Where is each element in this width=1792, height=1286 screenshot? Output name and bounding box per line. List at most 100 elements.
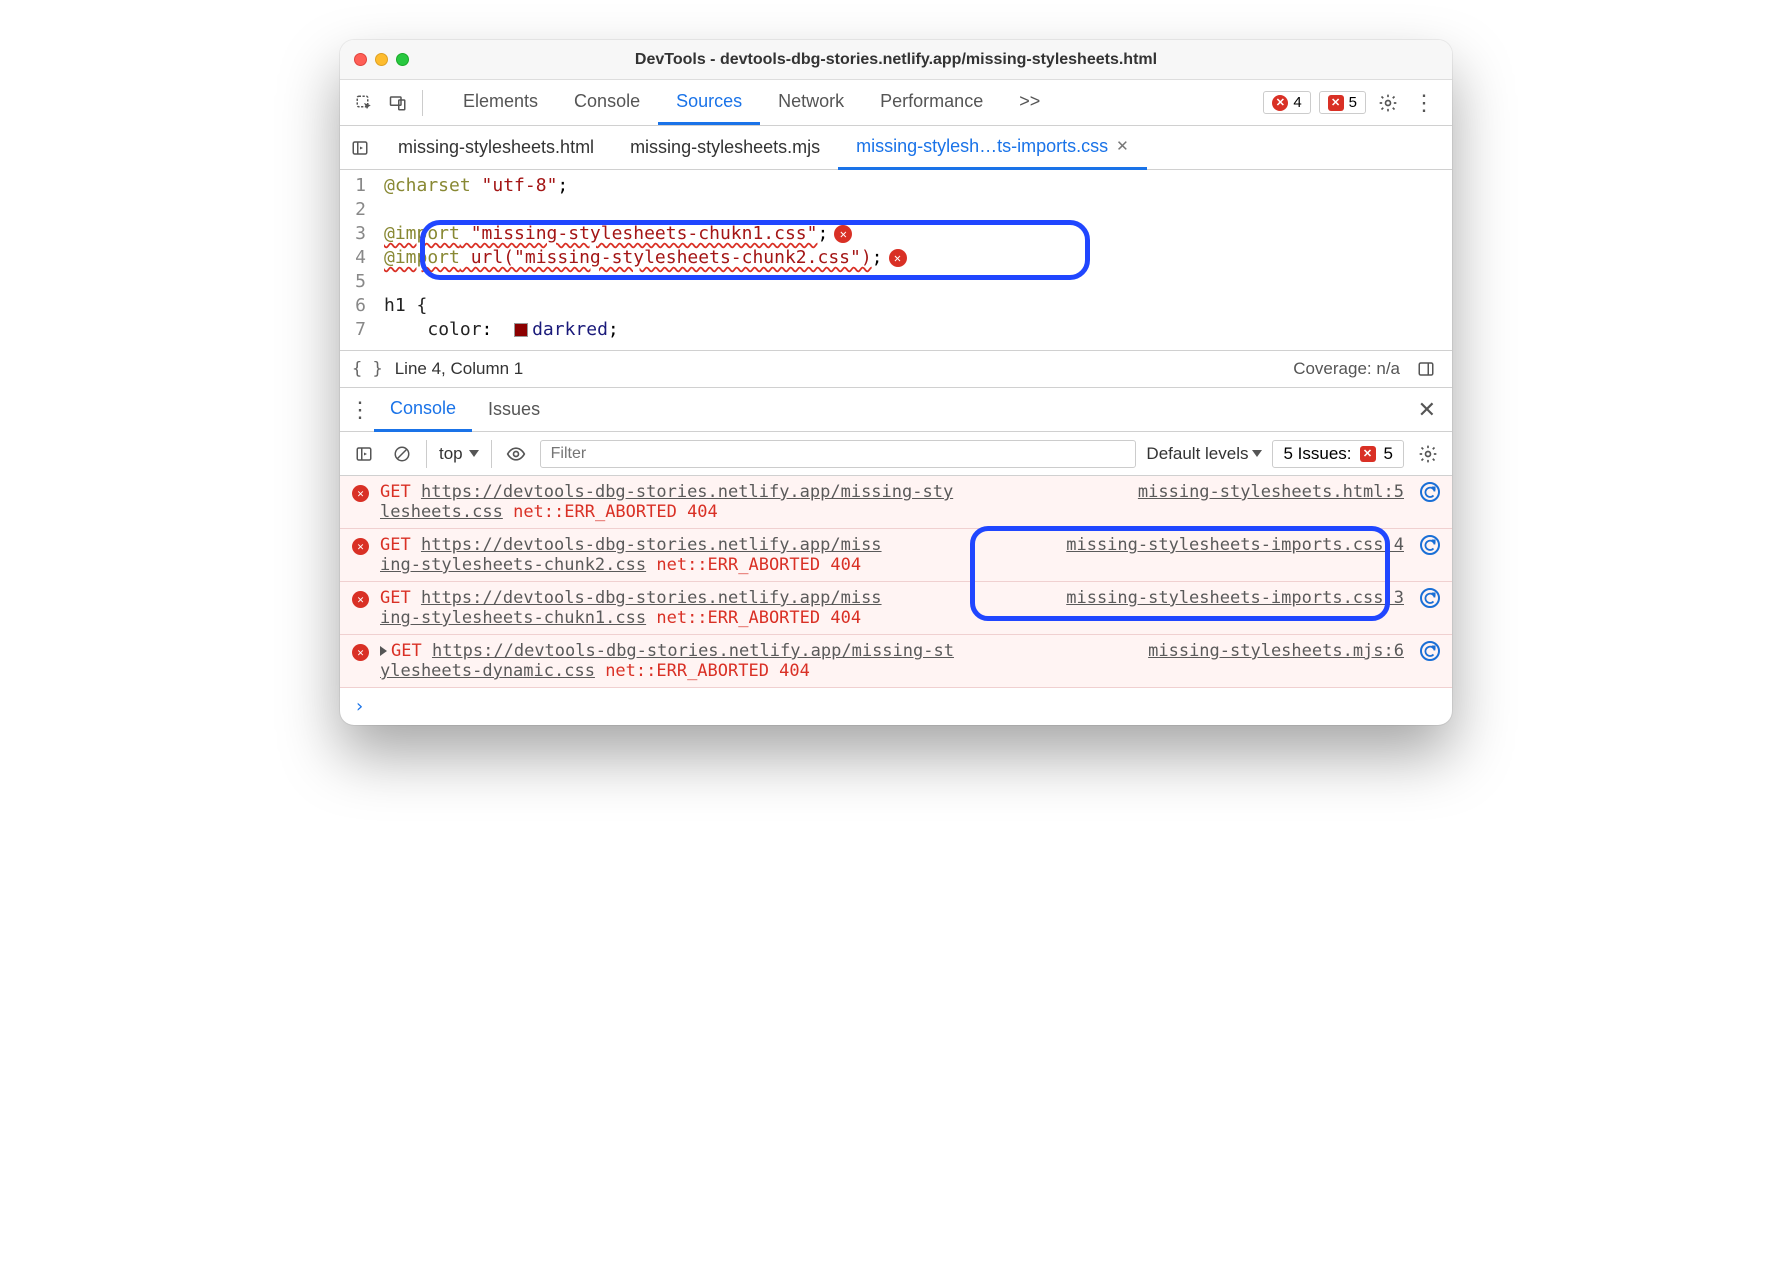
console-message: GET https://devtools-dbg-stories.netlify… xyxy=(380,641,1404,681)
source-link[interactable]: missing-stylesheets-imports.css:4 xyxy=(1066,535,1404,555)
replay-xhr-icon[interactable] xyxy=(1420,535,1440,555)
issues-badge[interactable]: ✕ 5 xyxy=(1319,91,1366,114)
log-levels-dropdown[interactable]: Default levels xyxy=(1146,444,1262,464)
console-row[interactable]: ✕ GET https://devtools-dbg-stories.netli… xyxy=(340,635,1452,688)
line-number: 3 xyxy=(350,222,384,246)
inline-error-icon[interactable]: ✕ xyxy=(834,225,852,243)
replay-xhr-icon[interactable] xyxy=(1420,482,1440,502)
drawer-more-icon[interactable]: ⋮ xyxy=(346,396,374,424)
line-number: 5 xyxy=(350,270,384,294)
file-tab-bar: missing-stylesheets.html missing-stylesh… xyxy=(340,126,1452,170)
code-line: @import url("missing-stylesheets-chunk2.… xyxy=(384,246,907,270)
context-selector[interactable]: top xyxy=(426,440,492,468)
editor-status-bar: { } Line 4, Column 1 Coverage: n/a xyxy=(340,350,1452,388)
tab-performance[interactable]: Performance xyxy=(862,81,1001,125)
expand-icon[interactable] xyxy=(380,646,387,656)
tab-elements[interactable]: Elements xyxy=(445,81,556,125)
issues-count: 5 xyxy=(1349,94,1357,111)
code-editor[interactable]: 1 @charset "utf-8"; 2 3 @import "missing… xyxy=(340,170,1452,350)
toggle-sidebar-icon[interactable] xyxy=(350,440,378,468)
error-icon: ✕ xyxy=(352,644,369,661)
console-row[interactable]: ✕ GET https://devtools-dbg-stories.netli… xyxy=(340,529,1452,582)
code-line: color: darkred; xyxy=(384,318,619,342)
pretty-print-icon[interactable]: { } xyxy=(352,359,383,379)
close-tab-icon[interactable]: ✕ xyxy=(1116,137,1129,155)
line-number: 4 xyxy=(350,246,384,270)
titlebar: DevTools - devtools-dbg-stories.netlify.… xyxy=(340,40,1452,80)
chevron-down-icon xyxy=(469,450,479,457)
chevron-down-icon xyxy=(1252,450,1262,457)
url-link[interactable]: ing-stylesheets-chunk2.css xyxy=(380,555,646,575)
tab-sources[interactable]: Sources xyxy=(658,81,760,125)
error-icon: ✕ xyxy=(352,538,369,555)
more-menu-icon[interactable]: ⋮ xyxy=(1410,89,1438,117)
console-prompt[interactable]: › xyxy=(340,688,1452,725)
show-navigator-icon[interactable] xyxy=(346,134,374,162)
console-settings-icon[interactable] xyxy=(1414,440,1442,468)
errors-count: 4 xyxy=(1293,94,1301,111)
file-tab-1[interactable]: missing-stylesheets.mjs xyxy=(612,127,838,168)
console-row[interactable]: ✕ GET https://devtools-dbg-stories.netli… xyxy=(340,582,1452,635)
issues-label: 5 Issues: xyxy=(1283,444,1351,464)
url-link[interactable]: https://devtools-dbg-stories.netlify.app… xyxy=(421,482,953,502)
code-line: @charset "utf-8"; xyxy=(384,174,568,198)
line-number: 7 xyxy=(350,318,384,342)
drawer-tabs: ⋮ Console Issues ✕ xyxy=(340,388,1452,432)
source-link[interactable]: missing-stylesheets.mjs:6 xyxy=(1148,641,1404,661)
file-tab-0[interactable]: missing-stylesheets.html xyxy=(380,127,612,168)
inspect-icon[interactable] xyxy=(350,89,378,117)
file-tab-2[interactable]: missing-stylesh…ts-imports.css ✕ xyxy=(838,126,1147,170)
replay-xhr-icon[interactable] xyxy=(1420,641,1440,661)
issue-icon: ✕ xyxy=(1328,95,1344,111)
panel-tabs: Elements Console Sources Network Perform… xyxy=(445,81,1255,125)
issues-num: 5 xyxy=(1384,444,1393,464)
tab-console[interactable]: Console xyxy=(556,81,658,125)
main-toolbar: Elements Console Sources Network Perform… xyxy=(340,80,1452,126)
drawer-tab-issues[interactable]: Issues xyxy=(472,389,556,430)
issues-pill[interactable]: 5 Issues: ✕ 5 xyxy=(1272,440,1404,468)
color-swatch-icon[interactable] xyxy=(514,323,528,337)
console-toolbar: top Default levels 5 Issues: ✕ 5 xyxy=(340,432,1452,476)
url-link[interactable]: https://devtools-dbg-stories.netlify.app… xyxy=(421,535,882,555)
console-row[interactable]: ✕ GET https://devtools-dbg-stories.netli… xyxy=(340,476,1452,529)
issue-icon: ✕ xyxy=(1360,446,1376,462)
toolbar-divider xyxy=(422,90,423,116)
inline-error-icon[interactable]: ✕ xyxy=(889,249,907,267)
console-messages: ✕ GET https://devtools-dbg-stories.netli… xyxy=(340,476,1452,725)
file-tab-label: missing-stylesheets.html xyxy=(398,137,594,158)
code-line: @import "missing-stylesheets-chukn1.css"… xyxy=(384,222,852,246)
console-message: GET https://devtools-dbg-stories.netlify… xyxy=(380,535,1404,575)
panel-overflow[interactable]: >> xyxy=(1001,81,1058,125)
window-title: DevTools - devtools-dbg-stories.netlify.… xyxy=(340,51,1452,69)
device-toggle-icon[interactable] xyxy=(384,89,412,117)
live-expression-icon[interactable] xyxy=(502,440,530,468)
levels-label: Default levels xyxy=(1146,444,1248,464)
settings-icon[interactable] xyxy=(1374,89,1402,117)
devtools-window: DevTools - devtools-dbg-stories.netlify.… xyxy=(340,40,1452,725)
source-link[interactable]: missing-stylesheets-imports.css:3 xyxy=(1066,588,1404,608)
errors-badge[interactable]: ✕ 4 xyxy=(1263,91,1310,114)
coverage-status: Coverage: n/a xyxy=(1293,359,1400,379)
filter-input[interactable] xyxy=(540,440,1137,468)
error-icon: ✕ xyxy=(352,591,369,608)
clear-console-icon[interactable] xyxy=(388,440,416,468)
line-number: 6 xyxy=(350,294,384,318)
show-sidebar-icon[interactable] xyxy=(1412,355,1440,383)
url-link[interactable]: ing-stylesheets-chukn1.css xyxy=(380,608,646,628)
console-message: GET https://devtools-dbg-stories.netlify… xyxy=(380,588,1404,628)
file-tab-label: missing-stylesh…ts-imports.css xyxy=(856,136,1108,157)
code-line: h1 { xyxy=(384,294,427,318)
error-icon: ✕ xyxy=(1272,95,1288,111)
replay-xhr-icon[interactable] xyxy=(1420,588,1440,608)
close-drawer-icon[interactable]: ✕ xyxy=(1408,397,1446,423)
url-link[interactable]: https://devtools-dbg-stories.netlify.app… xyxy=(421,588,882,608)
source-link[interactable]: missing-stylesheets.html:5 xyxy=(1138,482,1404,502)
tab-network[interactable]: Network xyxy=(760,81,862,125)
error-icon: ✕ xyxy=(352,485,369,502)
url-link[interactable]: https://devtools-dbg-stories.netlify.app… xyxy=(432,641,954,661)
file-tab-label: missing-stylesheets.mjs xyxy=(630,137,820,158)
url-link[interactable]: ylesheets-dynamic.css xyxy=(380,661,595,681)
url-link[interactable]: lesheets.css xyxy=(380,502,503,522)
drawer-tab-console[interactable]: Console xyxy=(374,388,472,432)
console-message: GET https://devtools-dbg-stories.netlify… xyxy=(380,482,1404,522)
